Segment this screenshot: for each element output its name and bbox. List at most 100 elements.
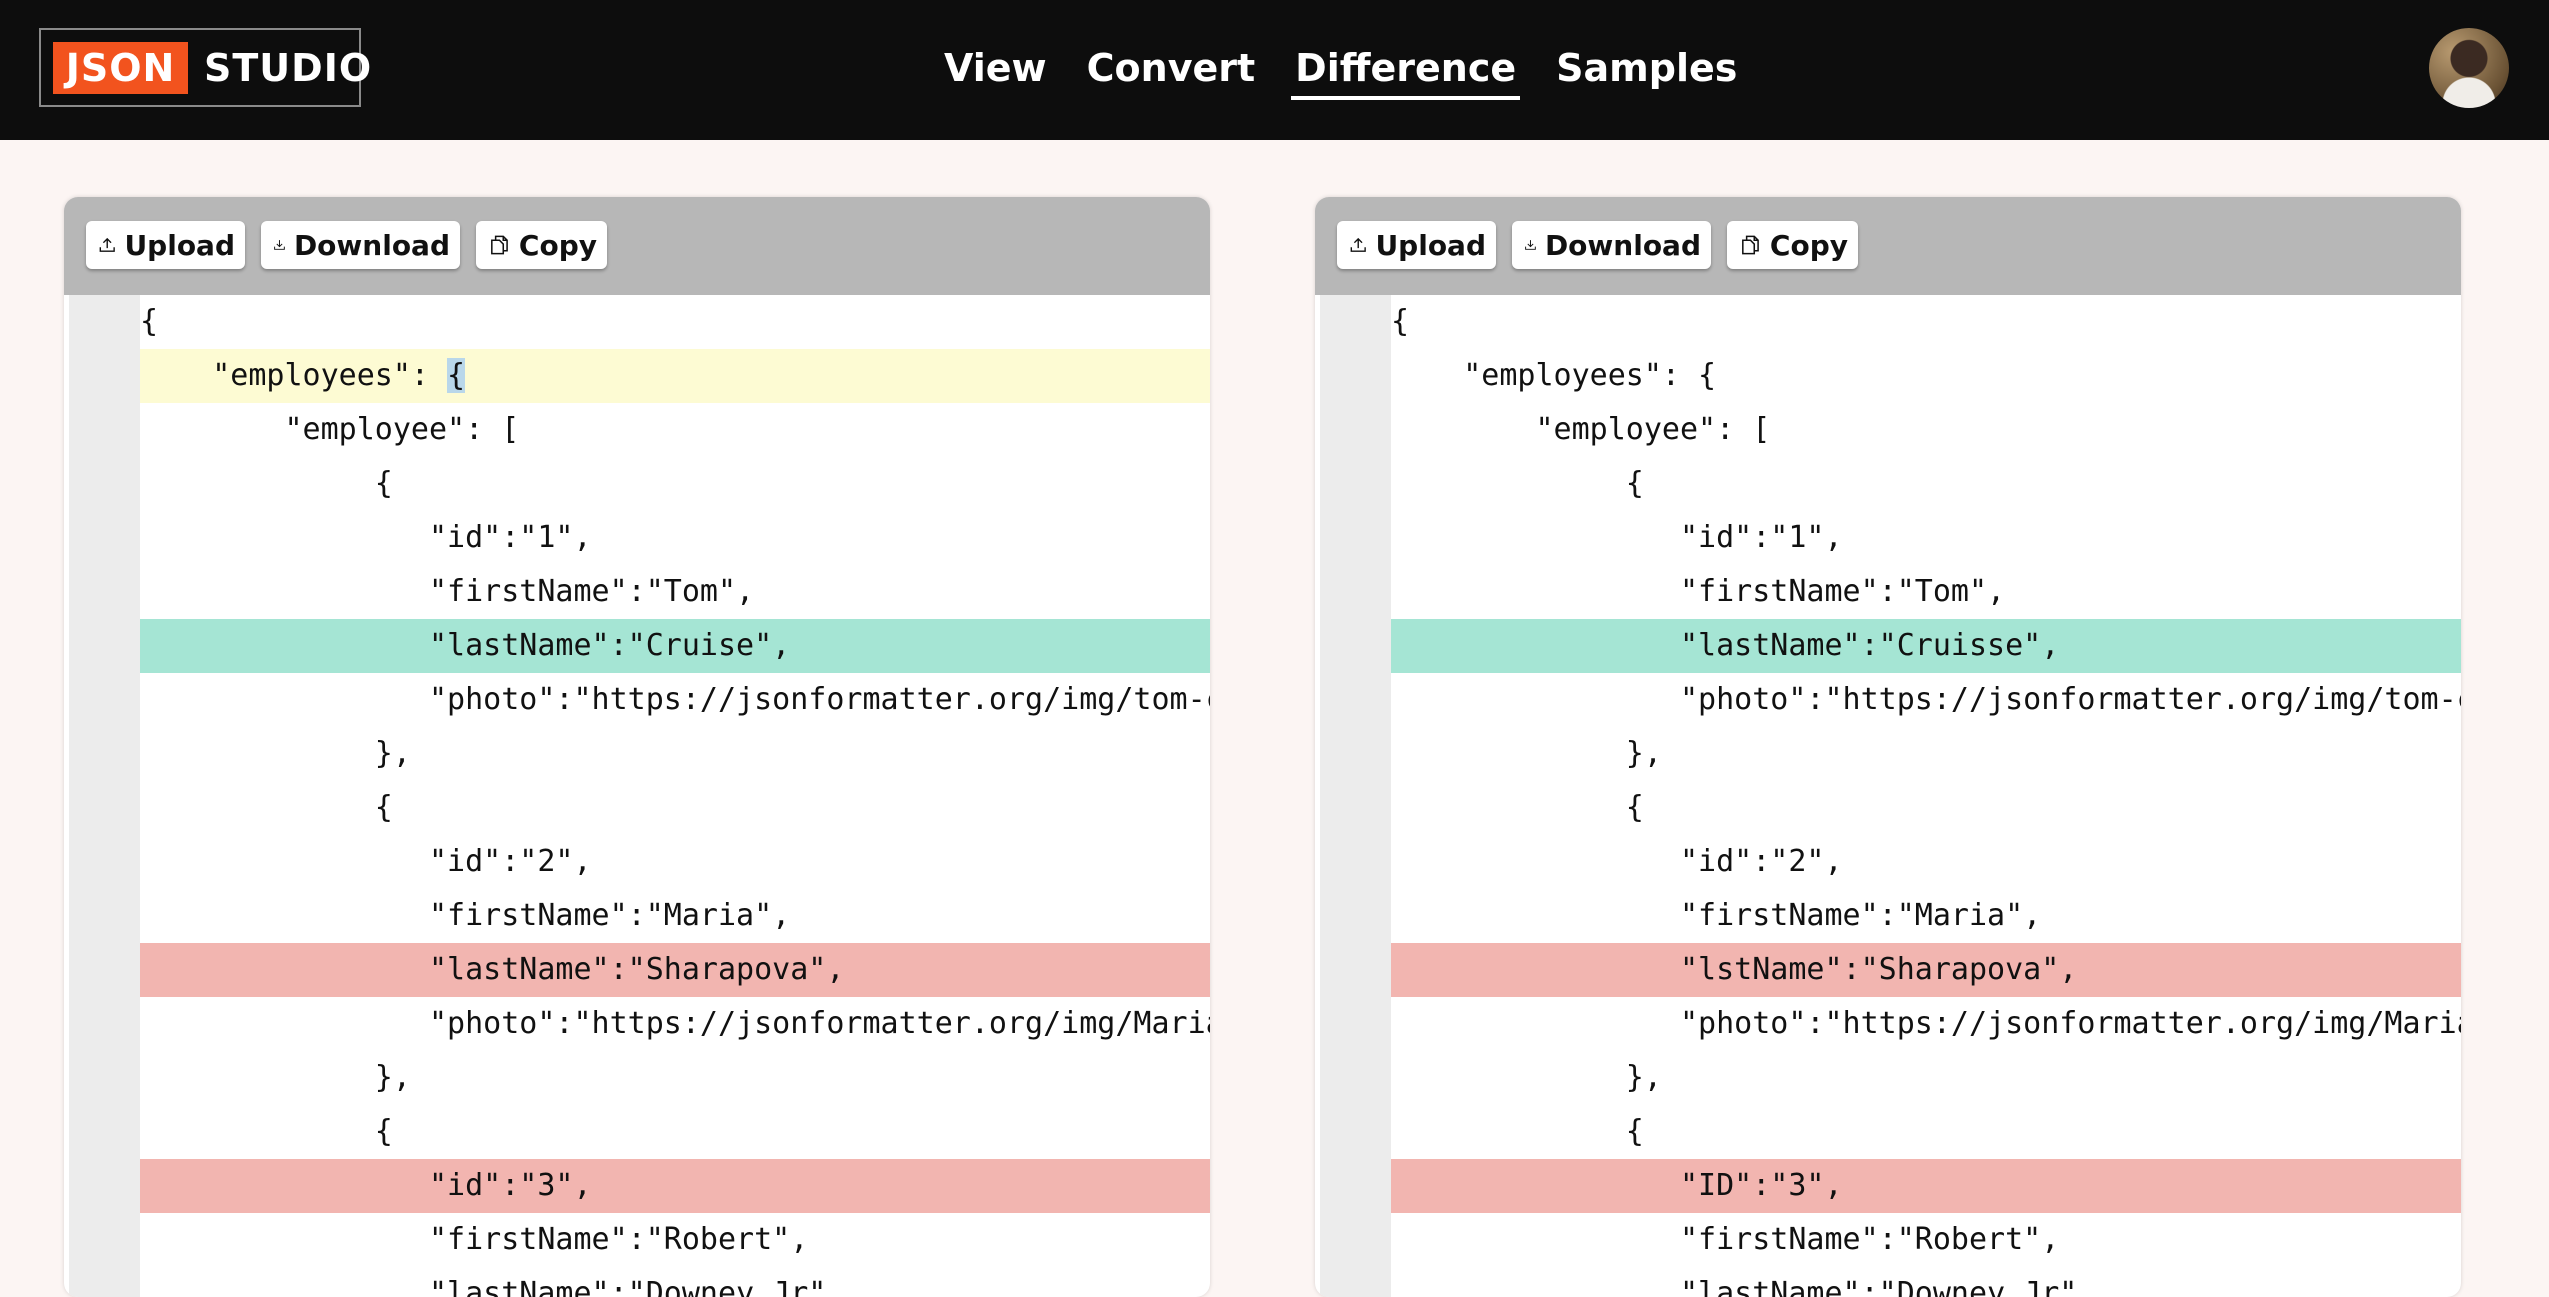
right-code-line[interactable]: 2 "employees": { [1391, 349, 2461, 403]
left-code-line[interactable]: 7 "lastName":"Cruise", [140, 619, 1210, 673]
left-code-line[interactable]: 6 "firstName":"Tom", [140, 565, 1210, 619]
right-code-line[interactable]: 10 { [1391, 781, 2461, 835]
left-code-line[interactable]: 3 "employee": [ [140, 403, 1210, 457]
left-code-line[interactable]: 9 }, [140, 727, 1210, 781]
upload-label: Upload [124, 228, 235, 262]
line-text: "photo":"https://jsonformatter.org/img/t… [1679, 682, 2461, 717]
right-json-editor-panel: Upload Download Copy 1{2 "employees": {3… [1315, 197, 2461, 1297]
nav-difference[interactable]: Difference [1291, 40, 1521, 100]
download-icon [1525, 240, 1536, 250]
line-text: "photo":"https://jsonformatter.org/img/M… [1679, 1006, 2461, 1041]
left-json-editor-panel: Upload Download Copy 1{2 "employees": {3… [64, 197, 1210, 1297]
right-code-line[interactable]: 6 "firstName":"Tom", [1391, 565, 2461, 619]
left-code-line[interactable]: 8 "photo":"https://jsonformatter.org/img… [140, 673, 1210, 727]
nav-convert[interactable]: Convert [1083, 40, 1260, 100]
left-code-line[interactable]: 5 "id":"1", [140, 511, 1210, 565]
left-line-gutter [69, 295, 140, 1297]
left-code-line[interactable]: 12 "firstName":"Maria", [140, 889, 1210, 943]
line-text: { [140, 304, 159, 339]
right-code-line[interactable]: 12 "firstName":"Maria", [1391, 889, 2461, 943]
left-code-line[interactable]: 4 { [140, 457, 1210, 511]
right-code-line[interactable]: 1{ [1391, 295, 2461, 349]
line-text: "lastName":"Downey Jr", [140, 1276, 845, 1297]
matched-bracket: { [447, 358, 466, 393]
right-code-line[interactable]: 4 { [1391, 457, 2461, 511]
right-copy-button[interactable]: Copy [1727, 221, 1858, 269]
left-code-line[interactable]: 1{ [140, 295, 1210, 349]
right-code-line[interactable]: 3 "employee": [ [1391, 403, 2461, 457]
line-text: "photo":"https://jsonformatter.org/img/t… [428, 682, 1210, 717]
right-code-line[interactable]: 16 { [1391, 1105, 2461, 1159]
line-text: "lastName":"Downey Jr", [1391, 1276, 2096, 1297]
copy-label: Copy [1769, 228, 1848, 262]
main-nav: View Convert Difference Samples [940, 40, 1741, 100]
line-text: "employees": { [1391, 358, 1717, 393]
line-text: "firstName":"Maria", [140, 898, 791, 933]
download-icon [274, 240, 285, 250]
left-code-line[interactable]: 13 "lastName":"Sharapova", [140, 943, 1210, 997]
line-text: "id":"3", [140, 1159, 1210, 1213]
right-code-line[interactable]: 15 }, [1391, 1051, 2461, 1105]
line-text: "lastName":"Sharapova", [140, 943, 1210, 997]
left-code-line[interactable]: 18 "firstName":"Robert", [140, 1213, 1210, 1267]
right-code-line[interactable]: 9 }, [1391, 727, 2461, 781]
left-code-line[interactable]: 10 { [140, 781, 1210, 835]
right-code-line[interactable]: 11 "id":"2", [1391, 835, 2461, 889]
json-studio-logo[interactable]: JSON STUDIO [39, 28, 371, 107]
left-code-line[interactable]: 15 }, [140, 1051, 1210, 1105]
left-upload-button[interactable]: Upload [86, 221, 245, 269]
user-avatar[interactable] [2429, 28, 2509, 108]
copy-label: Copy [518, 228, 597, 262]
line-text: }, [1391, 736, 1662, 771]
line-text: "firstName":"Tom", [140, 574, 755, 609]
upload-icon [99, 237, 115, 252]
line-text: { [1391, 1114, 1644, 1149]
nav-view[interactable]: View [940, 40, 1051, 100]
left-code-line[interactable]: 11 "id":"2", [140, 835, 1210, 889]
line-text: "photo":"https://jsonformatter.org/img/M… [428, 1006, 1210, 1041]
left-code-line[interactable]: 19 "lastName":"Downey Jr", [140, 1267, 1210, 1297]
line-text: "lastName":"Cruise", [140, 619, 1210, 673]
right-upload-button[interactable]: Upload [1337, 221, 1496, 269]
left-copy-button[interactable]: Copy [476, 221, 607, 269]
line-text: }, [1391, 1060, 1662, 1095]
left-code-line[interactable]: 17 "id":"3", [140, 1159, 1210, 1213]
right-code-line[interactable]: 7 "lastName":"Cruisse", [1391, 619, 2461, 673]
right-code-line[interactable]: 14 "photo":"https://jsonformatter.org/im… [1391, 997, 2461, 1051]
line-text: { [1391, 466, 1644, 501]
right-editor-toolbar: Upload Download Copy [1315, 197, 2461, 295]
download-label: Download [1544, 228, 1701, 262]
nav-samples[interactable]: Samples [1552, 40, 1741, 100]
left-code-area[interactable]: 1{2 "employees": {3 "employee": [4 {5 "i… [140, 295, 1210, 1297]
right-code-line[interactable]: 18 "firstName":"Robert", [1391, 1213, 2461, 1267]
line-text: "ID":"3", [1391, 1159, 2461, 1213]
top-navbar: JSON STUDIO View Convert Difference Samples [0, 0, 2549, 140]
download-label: Download [293, 228, 450, 262]
left-code-line[interactable]: 16 { [140, 1105, 1210, 1159]
right-code-line[interactable]: 19 "lastName":"Downey Jr", [1391, 1267, 2461, 1297]
right-code-line[interactable]: 8 "photo":"https://jsonformatter.org/img… [1391, 673, 2461, 727]
copy-icon [491, 235, 508, 255]
line-text: }, [140, 1060, 411, 1095]
line-text: { [140, 790, 393, 825]
left-download-button[interactable]: Download [261, 221, 460, 269]
upload-label: Upload [1375, 228, 1486, 262]
line-text: { [1391, 790, 1644, 825]
right-line-gutter [1320, 295, 1391, 1297]
left-code-line[interactable]: 14 "photo":"https://jsonformatter.org/im… [140, 997, 1210, 1051]
line-text: "lastName":"Cruisse", [1391, 619, 2461, 673]
line-text: "employee": [ [1391, 412, 1771, 447]
line-text: "id":"1", [140, 520, 592, 555]
right-download-button[interactable]: Download [1512, 221, 1711, 269]
right-code-area[interactable]: 1{2 "employees": {3 "employee": [4 {5 "i… [1391, 295, 2461, 1297]
right-code-line[interactable]: 17 "ID":"3", [1391, 1159, 2461, 1213]
left-code-line[interactable]: 2 "employees": { [140, 349, 1210, 403]
logo-json-badge: JSON [53, 42, 188, 94]
line-text: "firstName":"Maria", [1391, 898, 2042, 933]
line-text: "employee": [ [140, 412, 520, 447]
right-code-line[interactable]: 5 "id":"1", [1391, 511, 2461, 565]
line-text: "id":"1", [1391, 520, 1843, 555]
right-code-line[interactable]: 13 "lstName":"Sharapova", [1391, 943, 2461, 997]
line-text: "employees": { [140, 349, 1210, 403]
line-text: "lstName":"Sharapova", [1391, 943, 2461, 997]
